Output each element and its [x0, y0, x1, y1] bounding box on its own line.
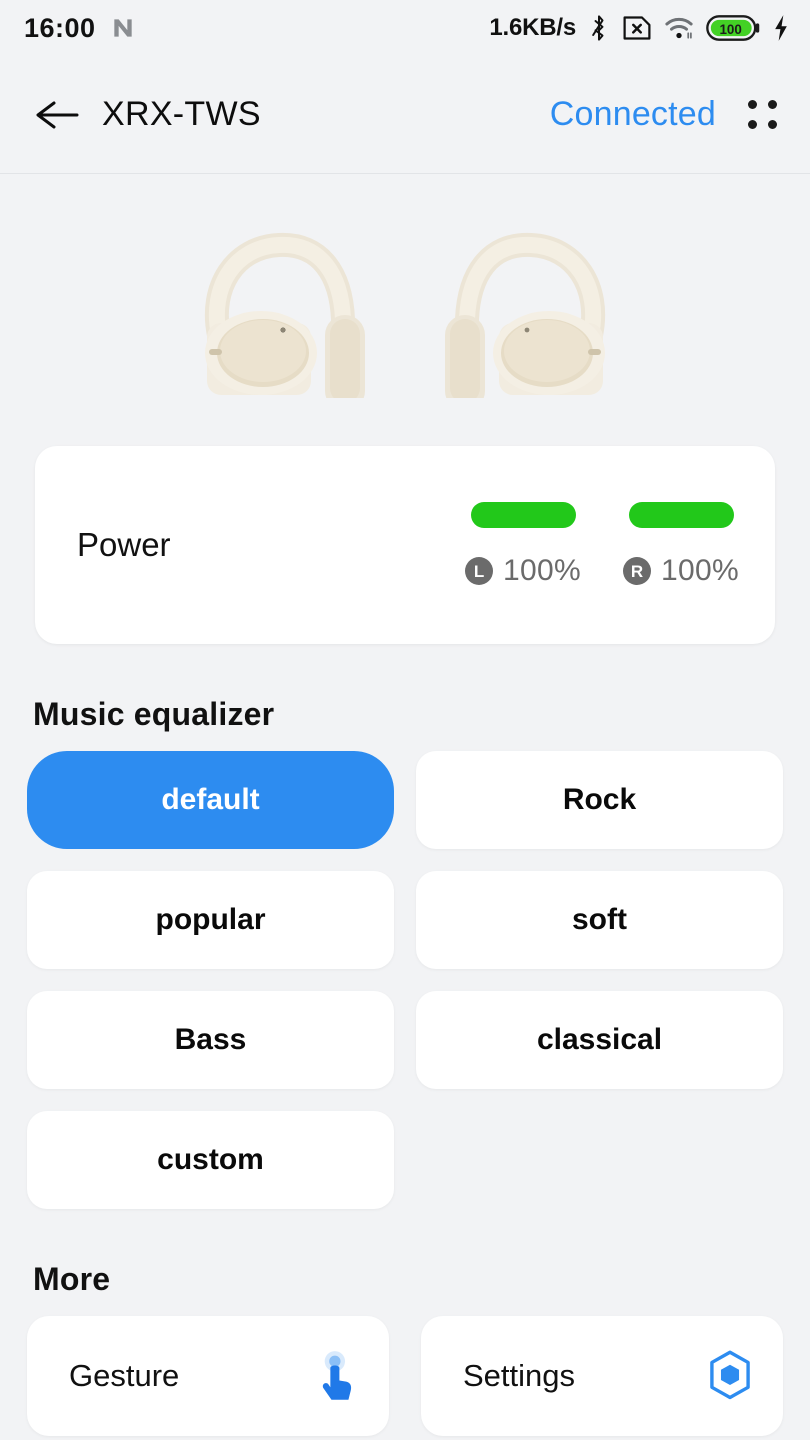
battery-icon: 100	[706, 14, 760, 42]
eq-grid-spacer	[416, 1111, 783, 1209]
back-arrow-icon[interactable]	[34, 92, 80, 138]
svg-text:100: 100	[719, 22, 741, 37]
status-time: 16:00	[24, 12, 96, 43]
battery-bar-left	[470, 502, 576, 528]
menu-dot	[767, 120, 777, 129]
menu-dot	[747, 120, 757, 129]
battery-right: R 100%	[623, 502, 739, 588]
eq-option-custom[interactable]: custom	[27, 1111, 394, 1209]
nfc-icon	[110, 15, 136, 41]
more-heading: More	[33, 1261, 111, 1297]
wifi-icon	[664, 15, 694, 41]
power-label: Power	[77, 526, 171, 563]
eq-option-soft[interactable]: soft	[416, 871, 783, 969]
grid-menu-icon[interactable]	[742, 95, 782, 135]
sim-card-disabled-icon	[622, 15, 652, 41]
right-earbud-image	[435, 223, 615, 411]
menu-dot	[767, 100, 777, 109]
eq-option-default[interactable]: default	[27, 751, 394, 849]
settings-label: Settings	[463, 1358, 576, 1393]
tap-gesture-icon	[313, 1350, 359, 1402]
eq-option-classical[interactable]: classical	[416, 991, 783, 1089]
charging-bolt-icon	[772, 14, 790, 42]
right-percent: 100%	[661, 554, 739, 587]
product-image-area	[0, 174, 810, 434]
hexagon-settings-icon	[707, 1350, 753, 1402]
app-header: XRX-TWS Connected	[0, 56, 810, 174]
menu-dot	[747, 100, 757, 109]
left-badge: L	[465, 557, 494, 585]
more-item-gesture[interactable]: Gesture	[27, 1316, 389, 1436]
status-bar: 16:00 1.6KB/s 100	[0, 0, 810, 56]
more-item-settings[interactable]: Settings	[421, 1316, 783, 1436]
power-card: Power L 100% R 100%	[35, 446, 775, 644]
network-speed: 1.6KB/s	[489, 14, 576, 41]
battery-bar-right	[628, 502, 734, 528]
eq-option-popular[interactable]: popular	[27, 871, 394, 969]
right-badge: R	[623, 557, 652, 585]
equalizer-grid: default Rock popular soft Bass classical…	[0, 751, 810, 1209]
battery-group: L 100% R 100%	[465, 502, 739, 588]
left-percent: 100%	[503, 554, 581, 587]
battery-left: L 100%	[465, 502, 581, 588]
more-grid: Gesture Settings	[0, 1316, 810, 1436]
eq-option-bass[interactable]: Bass	[27, 991, 394, 1089]
equalizer-heading: Music equalizer	[33, 696, 275, 732]
eq-option-rock[interactable]: Rock	[416, 751, 783, 849]
gesture-label: Gesture	[69, 1358, 180, 1393]
left-earbud-image	[195, 223, 375, 411]
bluetooth-icon	[588, 14, 610, 42]
page-title: XRX-TWS	[102, 95, 261, 133]
connection-status: Connected	[549, 95, 716, 133]
status-icons: 1.6KB/s 100	[489, 14, 790, 42]
